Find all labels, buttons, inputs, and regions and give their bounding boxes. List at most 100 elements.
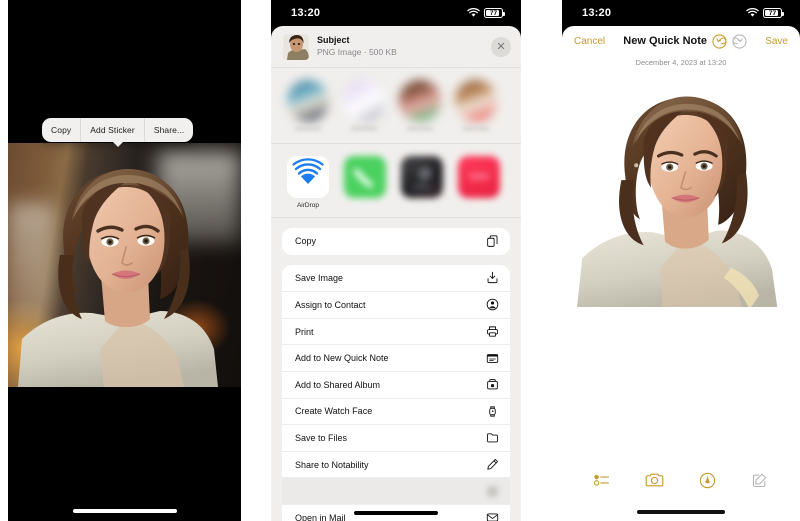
cutout-subject-figure: [575, 72, 787, 307]
phone-panel-share-sheet: 13:20 77 Subject PNG Image · 500 KB ✕ Ai…: [271, 0, 521, 521]
battery-percent: 77: [768, 9, 777, 17]
person-circle-icon: [485, 298, 499, 312]
phone-panel-quick-note: 13:20 77 Cancel New Quick Note Save Dece…: [562, 0, 800, 521]
share-action-add-to-shared-album[interactable]: Add to Shared Album: [282, 370, 510, 398]
contact-name-placeholder: [407, 126, 433, 131]
context-menu-item-add-sticker[interactable]: Add Sticker: [80, 118, 144, 142]
battery-icon: 77: [763, 8, 784, 18]
action-label: Share to Notability: [295, 459, 369, 470]
contact-name-placeholder: [295, 126, 321, 131]
avatar: [343, 80, 385, 122]
contact-suggestion-4[interactable]: [455, 80, 497, 131]
quick-note-icon: [485, 351, 499, 365]
messaging-app-green-icon: [344, 156, 386, 198]
note-image-attachment[interactable]: [575, 72, 787, 307]
screenshot-stage: Copy Add Sticker Share... 13:20 77 Subje…: [0, 0, 800, 521]
share-app-dark[interactable]: [401, 156, 443, 209]
share-item-subtitle: PNG Image · 500 KB: [317, 46, 397, 57]
contact-name-placeholder: [463, 126, 489, 131]
action-label: Copy: [295, 236, 317, 247]
battery-icon: 77: [484, 8, 505, 18]
share-action-save-to-files[interactable]: Save to Files: [282, 424, 510, 451]
share-action-copy[interactable]: Copy: [282, 228, 510, 255]
contact-suggestion-3[interactable]: [399, 80, 441, 131]
home-indicator[interactable]: [637, 510, 725, 514]
app-red-icon: [458, 156, 500, 198]
share-action-share-to-notability[interactable]: Share to Notability: [282, 450, 510, 478]
share-action-assign-to-contact[interactable]: Assign to Contact: [282, 291, 510, 318]
checklist-icon[interactable]: [589, 469, 615, 491]
action-label: Add to Shared Album: [295, 379, 381, 390]
share-sheet-header: Subject PNG Image · 500 KB ✕: [271, 26, 521, 68]
share-item-title: Subject: [317, 35, 350, 46]
contact-suggestion-1[interactable]: [287, 80, 329, 131]
page-title: New Quick Note: [623, 35, 708, 47]
airdrop-icon: [287, 156, 329, 198]
share-app-messaging-green[interactable]: [344, 156, 386, 209]
share-action-print[interactable]: Print: [282, 317, 510, 345]
wifi-icon: [467, 8, 480, 17]
compose-icon[interactable]: [747, 469, 773, 491]
photo-context-menu[interactable]: Copy Add Sticker Share...: [42, 118, 194, 147]
share-actions-secondary: Save Image Assign to Contact Print Add t…: [282, 264, 510, 521]
avatar: [287, 80, 329, 122]
contact-suggestions-row: [271, 68, 521, 144]
quick-note-toolbar: [562, 465, 800, 495]
close-icon[interactable]: ✕: [491, 36, 511, 57]
share-app-airdrop[interactable]: AirDrop: [287, 156, 329, 209]
avatar: [455, 80, 497, 122]
folder-icon: [485, 431, 499, 445]
note-date-label: December 4, 2023 at 13:20: [635, 58, 727, 67]
share-action-save-image[interactable]: Save Image: [282, 265, 510, 292]
camera-icon[interactable]: [642, 469, 668, 491]
context-menu-pointer: [112, 142, 123, 147]
save-button[interactable]: Save: [765, 36, 788, 47]
battery-percent: 77: [489, 9, 498, 17]
action-label: Assign to Contact: [295, 299, 366, 310]
share-preview-thumbnail[interactable]: [283, 33, 309, 60]
share-action-hidden[interactable]: [282, 477, 510, 504]
markup-pen-icon[interactable]: [694, 469, 720, 491]
share-app-label: AirDrop: [296, 202, 320, 209]
printer-icon: [485, 325, 499, 339]
phone-panel-photo-subject: Copy Add Sticker Share...: [8, 0, 241, 521]
status-indicators: 77: [746, 8, 784, 18]
share-app-red[interactable]: [458, 156, 500, 209]
quick-note-header: Cancel New Quick Note Save: [562, 26, 800, 56]
watch-icon: [485, 404, 499, 418]
share-preview-meta: Subject PNG Image · 500 KB: [317, 35, 483, 57]
home-indicator[interactable]: [72, 509, 177, 513]
quick-note-title-group: New Quick Note: [611, 33, 759, 49]
status-indicators: 77: [467, 8, 505, 18]
save-download-icon: [485, 271, 499, 285]
photo-canvas[interactable]: [8, 143, 241, 387]
status-time: 13:20: [582, 7, 612, 19]
wifi-icon: [746, 8, 759, 17]
context-menu-item-copy[interactable]: Copy: [42, 118, 80, 142]
app-dark-icon: [401, 156, 443, 198]
share-action-create-watch-face[interactable]: Create Watch Face: [282, 397, 510, 425]
undo-icon[interactable]: [712, 33, 727, 49]
copy-icon: [485, 234, 499, 248]
action-label: Save Image: [295, 272, 344, 283]
action-label: Print: [295, 326, 314, 337]
share-action-add-to-new-quick-note[interactable]: Add to New Quick Note: [282, 344, 510, 371]
share-apps-row: AirDrop: [271, 144, 521, 218]
contact-name-placeholder: [351, 126, 377, 131]
pencil-icon: [485, 458, 499, 472]
shared-album-icon: [485, 378, 499, 392]
contact-suggestion-2[interactable]: [343, 80, 385, 131]
action-label: Add to New Quick Note: [295, 353, 389, 364]
panel2-screen: 13:20 77 Subject PNG Image · 500 KB ✕ Ai…: [271, 0, 521, 521]
share-sheet-container: Subject PNG Image · 500 KB ✕ AirDrop Cop…: [271, 26, 521, 521]
cancel-button[interactable]: Cancel: [574, 36, 605, 47]
quick-note-sheet: Cancel New Quick Note Save December 4, 2…: [562, 26, 800, 521]
status-bar: 13:20 77: [562, 0, 800, 26]
home-indicator[interactable]: [354, 511, 438, 515]
share-actions-primary: Copy: [282, 228, 510, 255]
photo-subject-figure: [18, 169, 218, 387]
context-menu-item-share[interactable]: Share...: [143, 118, 194, 142]
avatar: [399, 80, 441, 122]
status-bar: 13:20 77: [271, 0, 521, 26]
redo-icon[interactable]: [732, 33, 747, 49]
